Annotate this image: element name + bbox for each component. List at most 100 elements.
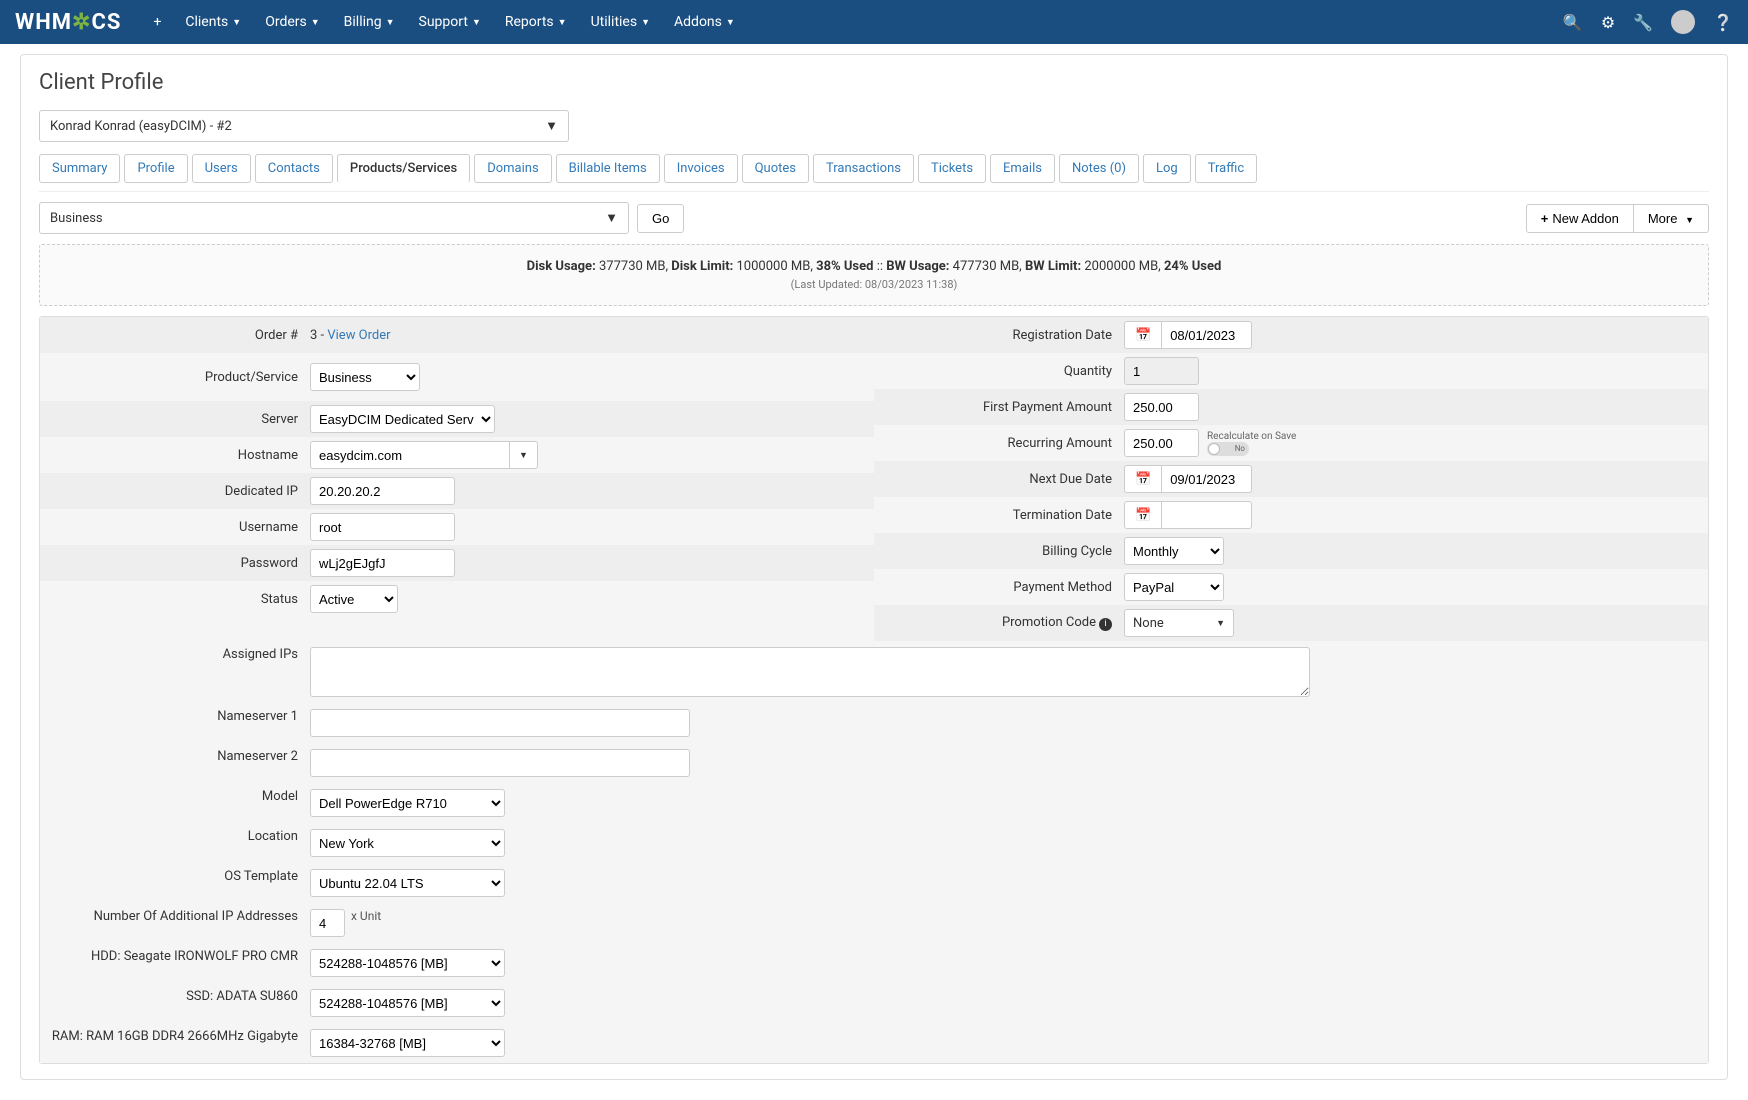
ns2-input[interactable] [310,749,690,777]
caret-icon: ▼ [1685,215,1694,225]
nav-reports[interactable]: Reports▼ [493,0,579,44]
promo-label: Promotion Codei [884,615,1124,631]
term-date-label: Termination Date [884,508,1124,523]
tab-contacts[interactable]: Contacts [255,154,333,183]
calendar-icon[interactable]: 📅 [1124,501,1162,529]
page-title: Client Profile [39,70,1709,95]
caret-icon: ▼ [386,17,395,28]
tab-products-services[interactable]: Products/Services [337,154,470,183]
info-icon[interactable]: i [1099,618,1112,631]
wrench-icon[interactable]: 🔧 [1633,13,1653,32]
next-due-input[interactable] [1162,465,1252,493]
hostname-dropdown[interactable]: ▼ [510,441,538,469]
location-select[interactable]: New York [310,829,505,857]
logo-prefix: WHM [15,10,72,35]
nav-utilities[interactable]: Utilities▼ [579,0,662,44]
nav-plus[interactable]: + [141,0,173,44]
chevron-down-icon: ▼ [545,118,558,134]
nav-support[interactable]: Support▼ [407,0,493,44]
last-updated: (Last Updated: 08/03/2023 11:38) [54,278,1694,291]
billing-cycle-select[interactable]: Monthly [1124,537,1224,565]
first-pay-input[interactable] [1124,393,1199,421]
tab-invoices[interactable]: Invoices [664,154,738,183]
tab-notes-0-[interactable]: Notes (0) [1059,154,1139,183]
order-label: Order # [50,328,310,343]
tab-traffic[interactable]: Traffic [1195,154,1257,183]
recurring-label: Recurring Amount [884,436,1124,451]
plus-icon: + [1541,211,1549,226]
dedicated-ip-input[interactable] [310,477,455,505]
status-label: Status [50,592,310,607]
tab-billable-items[interactable]: Billable Items [556,154,660,183]
reg-date-label: Registration Date [884,328,1124,343]
tab-users[interactable]: Users [192,154,251,183]
tab-transactions[interactable]: Transactions [813,154,914,183]
status-select[interactable]: Active [310,585,398,613]
service-select[interactable]: Business ▼ [39,202,629,234]
ns1-input[interactable] [310,709,690,737]
nav-clients[interactable]: Clients▼ [173,0,253,44]
ssd-select[interactable]: 524288-1048576 [MB] [310,989,505,1017]
caret-icon: ▼ [519,450,528,461]
ns2-label: Nameserver 2 [50,749,310,764]
search-icon[interactable]: 🔍 [1563,13,1583,32]
caret-icon: ▼ [726,17,735,28]
tab-summary[interactable]: Summary [39,154,120,183]
usage-stats: Disk Usage: 377730 MB, Disk Limit: 10000… [39,244,1709,306]
hdd-select[interactable]: 524288-1048576 [MB] [310,949,505,977]
caret-icon: ▼ [311,17,320,28]
help-icon[interactable]: ❔ [1713,13,1733,32]
nav-addons[interactable]: Addons▼ [662,0,747,44]
promo-select[interactable]: None▼ [1124,609,1234,637]
more-button[interactable]: More ▼ [1634,204,1709,233]
tab-log[interactable]: Log [1143,154,1191,183]
ram-label: RAM: RAM 16GB DDR4 2666MHz Gigabyte [50,1029,310,1044]
quantity-input [1124,357,1199,385]
tab-quotes[interactable]: Quotes [742,154,809,183]
go-button[interactable]: Go [637,204,684,233]
recalc-toggle[interactable]: No [1207,442,1249,456]
chevron-down-icon: ▼ [605,210,618,226]
calendar-icon[interactable]: 📅 [1124,465,1162,493]
view-order-link[interactable]: View Order [327,328,390,343]
first-pay-label: First Payment Amount [884,400,1124,415]
reg-date-input[interactable] [1162,321,1252,349]
hostname-input[interactable] [310,441,510,469]
tab-domains[interactable]: Domains [474,154,551,183]
password-input[interactable] [310,549,455,577]
ram-select[interactable]: 16384-32768 [MB] [310,1029,505,1057]
addl-ip-label: Number Of Additional IP Addresses [50,909,310,924]
calendar-icon[interactable]: 📅 [1124,321,1162,349]
payment-method-select[interactable]: PayPal [1124,573,1224,601]
recalc-label: Recalculate on Save [1207,431,1296,442]
billing-cycle-label: Billing Cycle [884,544,1124,559]
settings-icon[interactable]: ⚙ [1601,13,1615,32]
tab-tickets[interactable]: Tickets [918,154,986,183]
recurring-input[interactable] [1124,429,1199,457]
assigned-ips-textarea[interactable] [310,647,1310,697]
server-select[interactable]: EasyDCIM Dedicated Server (1/... [310,405,495,433]
server-label: Server [50,412,310,427]
unit-label: x Unit [351,909,381,923]
os-template-select[interactable]: Ubuntu 22.04 LTS [310,869,505,897]
username-label: Username [50,520,310,535]
plus-icon: + [153,14,161,30]
nav-orders[interactable]: Orders▼ [253,0,331,44]
caret-icon: ▼ [641,17,650,28]
nav-billing[interactable]: Billing▼ [332,0,407,44]
new-addon-button[interactable]: +New Addon [1526,204,1634,233]
location-label: Location [50,829,310,844]
avatar[interactable] [1671,10,1695,34]
client-selector[interactable]: Konrad Konrad (easyDCIM) - #2 ▼ [39,110,569,142]
dedicated-ip-label: Dedicated IP [50,484,310,499]
gear-icon: ✲ [72,10,91,35]
model-select[interactable]: Dell PowerEdge R710 [310,789,505,817]
logo[interactable]: WHM✲CS [15,10,121,35]
tab-profile[interactable]: Profile [124,154,187,183]
tab-emails[interactable]: Emails [990,154,1055,183]
addl-ip-input[interactable] [310,909,345,937]
username-input[interactable] [310,513,455,541]
term-date-input[interactable] [1162,501,1252,529]
product-select[interactable]: Business [310,363,420,391]
assigned-ips-label: Assigned IPs [50,647,310,662]
